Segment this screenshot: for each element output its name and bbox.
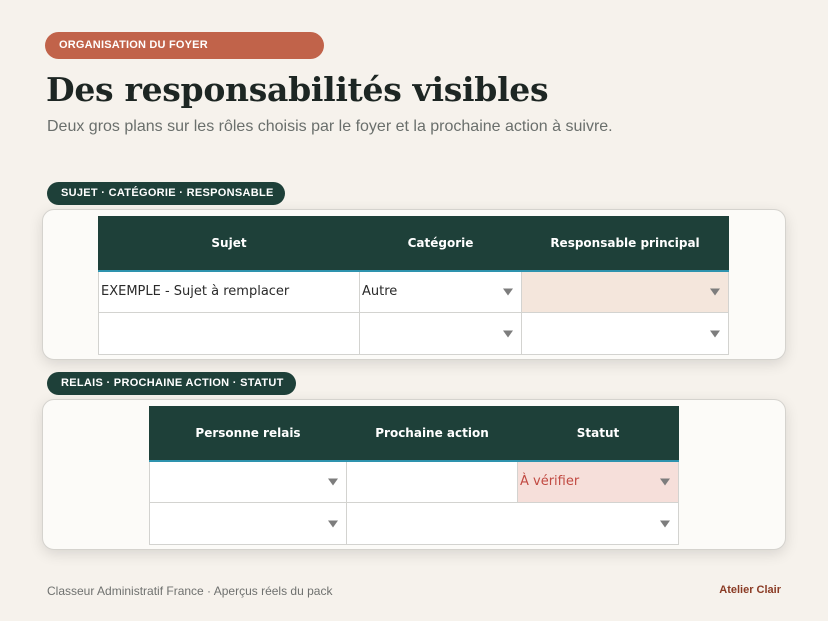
cell-sujet[interactable]: EXEMPLE - Sujet à remplacer bbox=[98, 269, 360, 313]
cell-categorie-dropdown[interactable]: Autre bbox=[359, 269, 522, 313]
cell-personne-relais-dropdown[interactable] bbox=[149, 459, 347, 503]
column-header-responsable: Responsable principal bbox=[521, 216, 729, 271]
column-header-statut: Statut bbox=[517, 406, 679, 461]
table-row bbox=[98, 312, 729, 355]
column-header-prochaine-action: Prochaine action bbox=[346, 406, 518, 461]
status-value: À vérifier bbox=[520, 474, 580, 490]
page-title: Des responsabilités visibles bbox=[46, 70, 549, 109]
column-header-sujet: Sujet bbox=[98, 216, 360, 271]
dropdown-arrow-icon[interactable] bbox=[660, 520, 670, 527]
dropdown-arrow-icon[interactable] bbox=[328, 478, 338, 486]
cell-prochaine-action[interactable] bbox=[346, 459, 518, 503]
footer-brand: Atelier Clair bbox=[719, 584, 781, 596]
cell-value: Autre bbox=[362, 284, 398, 300]
relay-table: Personne relais Prochaine action Statut … bbox=[149, 406, 679, 545]
dropdown-arrow-icon[interactable] bbox=[503, 288, 513, 296]
table-header-row: Sujet Catégorie Responsable principal bbox=[98, 216, 729, 271]
footer-caption: Classeur Administratif France · Aperçus … bbox=[47, 584, 333, 598]
page-subtitle: Deux gros plans sur les rôles choisis pa… bbox=[47, 118, 613, 135]
cell-responsable-dropdown[interactable] bbox=[521, 312, 729, 355]
cell-categorie-dropdown[interactable] bbox=[359, 312, 522, 355]
section2-label: RELAIS · PROCHAINE ACTION · STATUT bbox=[47, 372, 296, 395]
table-row bbox=[149, 502, 679, 545]
dropdown-arrow-icon[interactable] bbox=[710, 288, 720, 296]
table-row: EXEMPLE - Sujet à remplacer Autre bbox=[98, 269, 729, 313]
dropdown-arrow-icon[interactable] bbox=[660, 478, 670, 486]
table-row: À vérifier bbox=[149, 459, 679, 503]
section1-label: SUJET · CATÉGORIE · RESPONSABLE bbox=[47, 182, 285, 205]
cell-sujet[interactable] bbox=[98, 312, 360, 355]
dropdown-arrow-icon[interactable] bbox=[328, 520, 338, 527]
dropdown-arrow-icon[interactable] bbox=[503, 330, 513, 337]
table-header-row: Personne relais Prochaine action Statut bbox=[149, 406, 679, 461]
section-kicker-badge: ORGANISATION DU FOYER bbox=[45, 32, 324, 59]
cell-statut-dropdown[interactable]: À vérifier bbox=[517, 459, 679, 503]
cell-personne-relais-dropdown[interactable] bbox=[149, 502, 347, 545]
dropdown-arrow-icon[interactable] bbox=[710, 330, 720, 337]
responsibility-table: Sujet Catégorie Responsable principal EX… bbox=[98, 216, 729, 355]
column-header-personne-relais: Personne relais bbox=[149, 406, 347, 461]
column-header-categorie: Catégorie bbox=[359, 216, 522, 271]
cell-action-statut-merged-dropdown[interactable] bbox=[346, 502, 679, 545]
cell-responsable-dropdown[interactable] bbox=[521, 269, 729, 313]
